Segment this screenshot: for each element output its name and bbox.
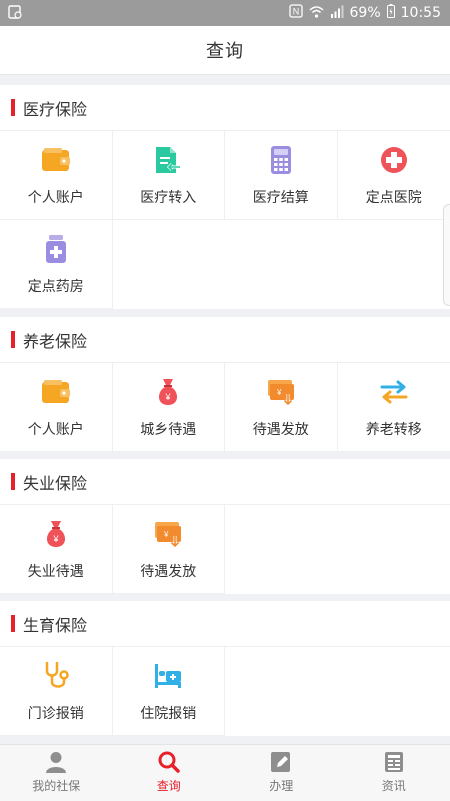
user-icon <box>44 751 68 773</box>
grid-item-medical-transfer-in[interactable]: 医疗转入 <box>113 131 226 220</box>
grid-item-unemployment-benefits[interactable]: ¥ 失业待遇 <box>0 505 113 594</box>
section-title: 医疗保险 <box>23 96 87 120</box>
grid-item-label: 医疗转入 <box>140 187 196 207</box>
grid-item-outpatient-reimbursement[interactable]: 门诊报销 <box>0 647 113 736</box>
money-bag-icon: ¥ <box>41 520 71 548</box>
wallet-icon <box>41 378 71 406</box>
svg-text:¥: ¥ <box>163 530 169 539</box>
grid-item-label: 待遇发放 <box>253 419 309 439</box>
nfc-icon: N <box>289 4 303 22</box>
section-header: 医疗保险 <box>0 85 450 131</box>
query-content[interactable]: 医疗保险 个人账户 医疗转入 医疗结算 <box>0 74 450 744</box>
tab-news[interactable]: 资讯 <box>338 745 450 801</box>
section-marker <box>11 473 15 490</box>
grid-item-medical-settlement[interactable]: 医疗结算 <box>225 131 338 220</box>
battery-percent: 69% <box>350 5 381 21</box>
status-bar: N 69% 10:55 <box>0 0 450 26</box>
page-title: 查询 <box>206 37 244 63</box>
signal-icon <box>330 5 344 22</box>
grid-item-pension-transfer[interactable]: 养老转移 <box>338 363 450 452</box>
bottom-tab-bar: 我的社保 查询 办理 资讯 <box>0 744 450 801</box>
grid-item-label: 失业待遇 <box>28 561 84 581</box>
edit-icon <box>269 751 293 773</box>
payment-card-icon: ¥ <box>153 520 183 548</box>
grid-item-label: 养老转移 <box>366 419 422 439</box>
grid-item-label: 定点医院 <box>366 187 422 207</box>
money-bag-icon: ¥ <box>153 378 183 406</box>
grid-item-label: 个人账户 <box>28 419 84 439</box>
section-marker <box>11 99 15 116</box>
svg-text:N: N <box>292 7 299 17</box>
section-marker <box>11 615 15 632</box>
battery-icon <box>387 4 395 22</box>
search-icon <box>157 751 181 773</box>
stethoscope-icon <box>41 662 71 690</box>
section-title: 养老保险 <box>23 328 87 352</box>
hospital-cross-icon <box>379 146 409 174</box>
section-unemployment-insurance: 失业保险 ¥ 失业待遇 ¥ 待遇发放 <box>0 459 450 594</box>
section-header: 失业保险 <box>0 459 450 505</box>
tab-handle[interactable]: 办理 <box>225 745 338 801</box>
document-transfer-icon <box>153 146 183 174</box>
section-maternity-insurance: 生育保险 门诊报销 住院报销 <box>0 601 450 736</box>
grid-item-benefit-payment[interactable]: ¥ 待遇发放 <box>113 505 226 594</box>
calculator-icon <box>266 146 296 174</box>
grid-item-label: 医疗结算 <box>253 187 309 207</box>
section-medical-insurance: 医疗保险 个人账户 医疗转入 医疗结算 <box>0 85 450 309</box>
notification-icon <box>8 5 22 23</box>
grid-item-designated-hospital[interactable]: 定点医院 <box>338 131 450 220</box>
section-header: 生育保险 <box>0 601 450 647</box>
section-title: 失业保险 <box>23 470 87 494</box>
grid-item-label: 待遇发放 <box>140 561 196 581</box>
tab-query[interactable]: 查询 <box>113 745 226 801</box>
section-marker <box>11 331 15 348</box>
grid-item-urban-rural-benefits[interactable]: ¥ 城乡待遇 <box>113 363 226 452</box>
grid-item-label: 定点药房 <box>28 276 84 296</box>
payment-card-icon: ¥ <box>266 378 296 406</box>
clock: 10:55 <box>401 5 441 21</box>
wallet-icon <box>41 146 71 174</box>
grid-item-designated-pharmacy[interactable]: 定点药房 <box>0 220 113 309</box>
svg-text:¥: ¥ <box>52 534 59 544</box>
tab-label: 我的社保 <box>32 777 80 794</box>
grid-item-label: 个人账户 <box>28 187 84 207</box>
page-header: 查询 <box>0 26 450 75</box>
scroll-indicator[interactable] <box>443 204 450 306</box>
transfer-arrows-icon <box>379 378 409 406</box>
wifi-icon <box>309 5 324 22</box>
section-pension-insurance: 养老保险 个人账户 ¥ 城乡待遇 ¥ 待遇发放 <box>0 317 450 452</box>
grid-item-benefit-payment[interactable]: ¥ 待遇发放 <box>225 363 338 452</box>
tab-label: 查询 <box>157 777 181 794</box>
svg-text:¥: ¥ <box>165 392 172 402</box>
grid-item-inpatient-reimbursement[interactable]: 住院报销 <box>113 647 226 736</box>
section-title: 生育保险 <box>23 612 87 636</box>
grid-item-personal-account[interactable]: 个人账户 <box>0 363 113 452</box>
medicine-bottle-icon <box>41 235 71 263</box>
tab-label: 办理 <box>269 777 293 794</box>
hospital-bed-icon <box>153 662 183 690</box>
news-icon <box>382 751 406 773</box>
svg-text:¥: ¥ <box>276 388 282 397</box>
tab-my-social-security[interactable]: 我的社保 <box>0 745 113 801</box>
tab-label: 资讯 <box>382 777 406 794</box>
grid-item-label: 门诊报销 <box>28 703 84 723</box>
grid-item-personal-account[interactable]: 个人账户 <box>0 131 113 220</box>
grid-item-label: 住院报销 <box>140 703 196 723</box>
grid-item-label: 城乡待遇 <box>140 419 196 439</box>
section-header: 养老保险 <box>0 317 450 363</box>
